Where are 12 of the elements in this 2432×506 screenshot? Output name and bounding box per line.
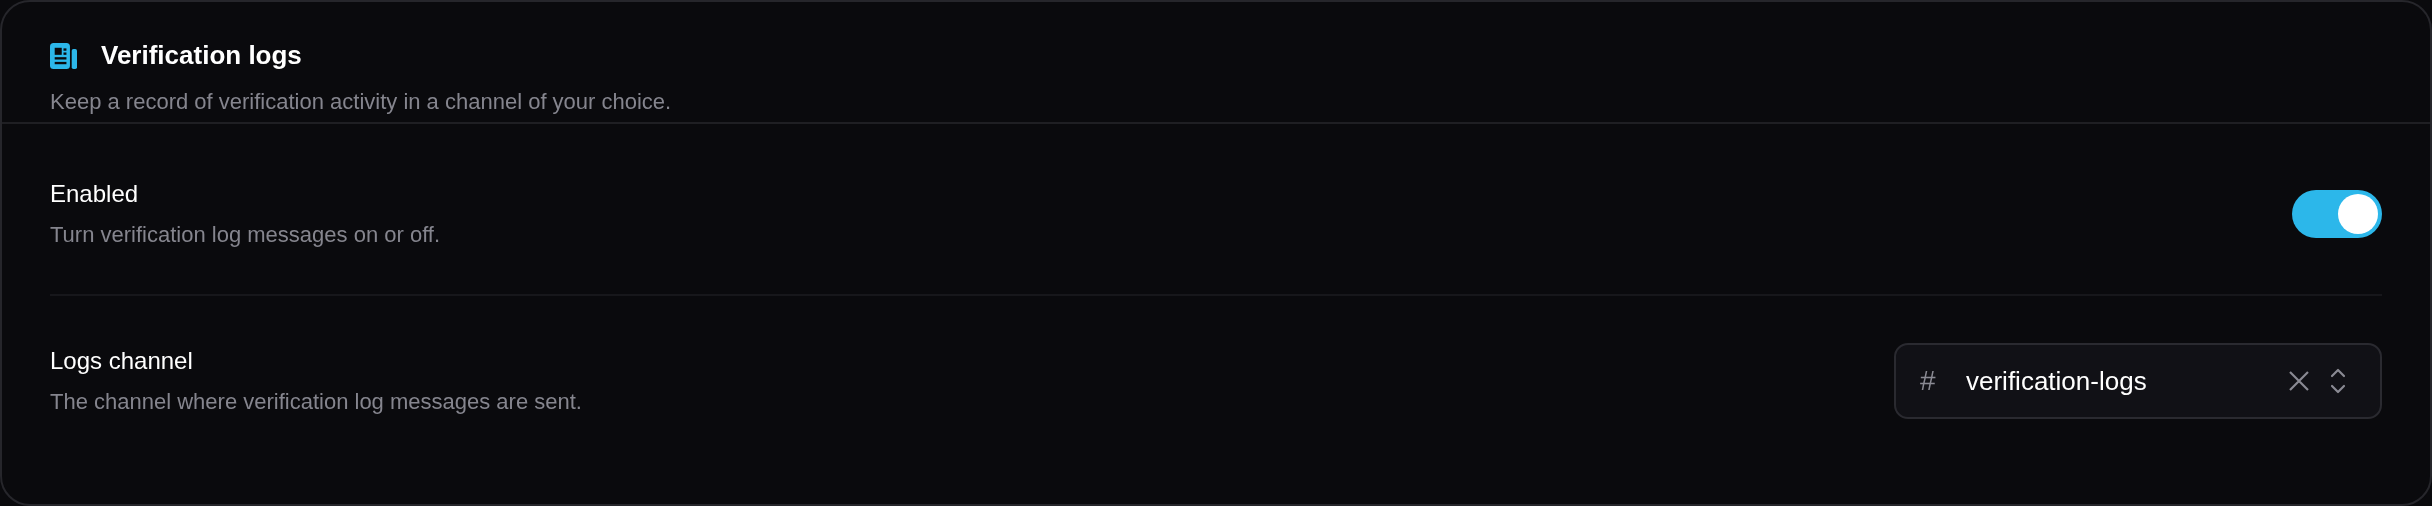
chevron-up-down-icon	[2330, 368, 2346, 394]
hash-icon: #	[1920, 365, 1966, 397]
clear-icon	[2288, 370, 2310, 392]
section-description: Keep a record of verification activity in a channel of your choice.	[50, 89, 673, 115]
setting-label: Enabled	[50, 180, 140, 208]
newspaper-icon	[50, 42, 77, 69]
channel-select[interactable]: # verification-logs	[1894, 343, 2382, 419]
section-title: Verification logs	[101, 40, 302, 71]
setting-label: Logs channel	[50, 347, 194, 375]
setting-description: Turn verification log messages on or off.	[50, 222, 441, 248]
setting-description: The channel where verification log messages are sent.	[50, 389, 582, 415]
toggle-switch[interactable]	[2292, 190, 2382, 238]
